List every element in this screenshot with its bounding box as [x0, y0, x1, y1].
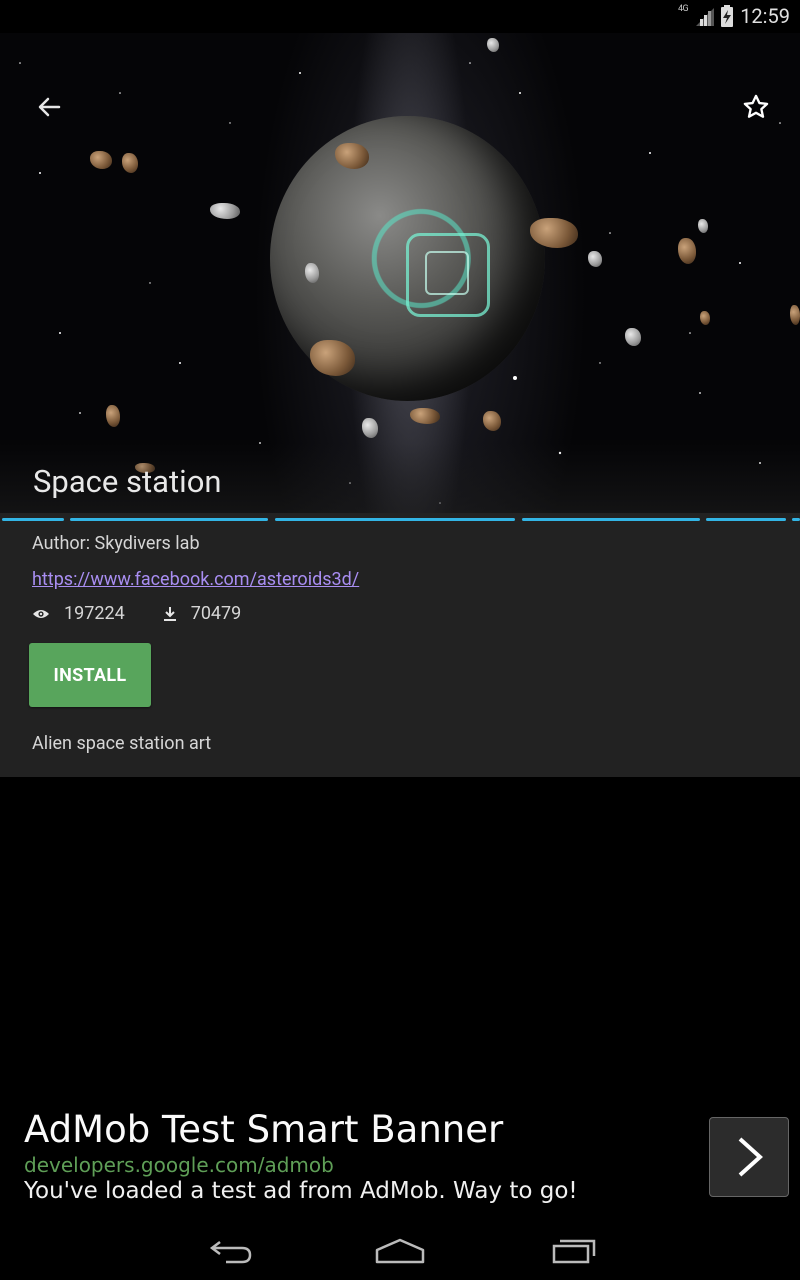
network-type-label: 4G	[677, 4, 689, 14]
asteroid	[487, 38, 499, 52]
download-icon	[163, 606, 176, 621]
asteroid	[698, 219, 708, 233]
battery-icon	[721, 5, 734, 27]
asteroid	[790, 305, 800, 325]
asteroid	[588, 251, 602, 267]
system-nav-bar	[0, 1220, 800, 1280]
strip-segment	[2, 518, 64, 521]
downloads-stat: 70479	[163, 603, 242, 624]
ad-body[interactable]: You've loaded a test ad from AdMob. Way …	[24, 1178, 578, 1204]
asteroid	[122, 153, 138, 173]
views-stat: 197224	[32, 603, 125, 624]
asteroid	[305, 263, 319, 283]
strip-segment	[706, 518, 786, 521]
strip-segment	[522, 518, 700, 521]
back-nav-icon	[209, 1241, 252, 1264]
wallpaper-title: Space station	[33, 463, 222, 500]
asteroid	[625, 328, 641, 346]
asteroid	[90, 151, 112, 169]
ad-url[interactable]: developers.google.com/admob	[24, 1153, 334, 1177]
ad-banner[interactable]: AdMob Test Smart Banner developers.googl…	[0, 1100, 800, 1210]
nav-home-button[interactable]	[370, 1232, 430, 1268]
asteroid	[678, 238, 696, 264]
back-arrow-icon	[38, 97, 61, 117]
strip-segment	[70, 518, 268, 521]
asteroid	[700, 311, 710, 325]
signal-icon	[696, 8, 715, 26]
asteroid	[483, 411, 501, 431]
favorite-button[interactable]	[742, 93, 770, 121]
strip-segment	[792, 518, 800, 521]
views-count: 197224	[64, 603, 125, 624]
install-button[interactable]: INSTALL	[29, 643, 151, 707]
author-label: Author: Skydivers lab	[32, 533, 200, 554]
stats-row: 197224 70479	[32, 603, 279, 624]
wallpaper-preview: Space station	[0, 33, 800, 513]
author-link[interactable]: https://www.facebook.com/asteroids3d/	[32, 569, 359, 590]
image-loading-strip	[0, 513, 800, 527]
status-icons: 4G 12:59	[678, 4, 790, 28]
station-core	[425, 251, 469, 295]
asteroid	[362, 418, 378, 438]
eye-icon	[33, 609, 49, 618]
ad-title[interactable]: AdMob Test Smart Banner	[24, 1108, 503, 1151]
recents-nav-icon	[552, 1239, 596, 1264]
nav-recents-button[interactable]	[542, 1232, 602, 1268]
clock: 12:59	[740, 4, 790, 28]
back-button[interactable]	[35, 93, 63, 121]
details-panel: Author: Skydivers lab https://www.facebo…	[0, 513, 800, 777]
wallpaper-description: Alien space station art	[32, 733, 212, 754]
chevron-right-icon	[738, 1137, 763, 1177]
star-outline-icon	[743, 94, 769, 118]
ad-open-button[interactable]	[709, 1117, 789, 1197]
home-nav-icon	[375, 1238, 425, 1264]
nav-back-button[interactable]	[200, 1232, 260, 1268]
asteroid	[106, 405, 120, 427]
downloads-count: 70479	[190, 603, 242, 624]
status-bar: 4G 12:59	[0, 0, 800, 33]
strip-segment	[275, 518, 515, 521]
